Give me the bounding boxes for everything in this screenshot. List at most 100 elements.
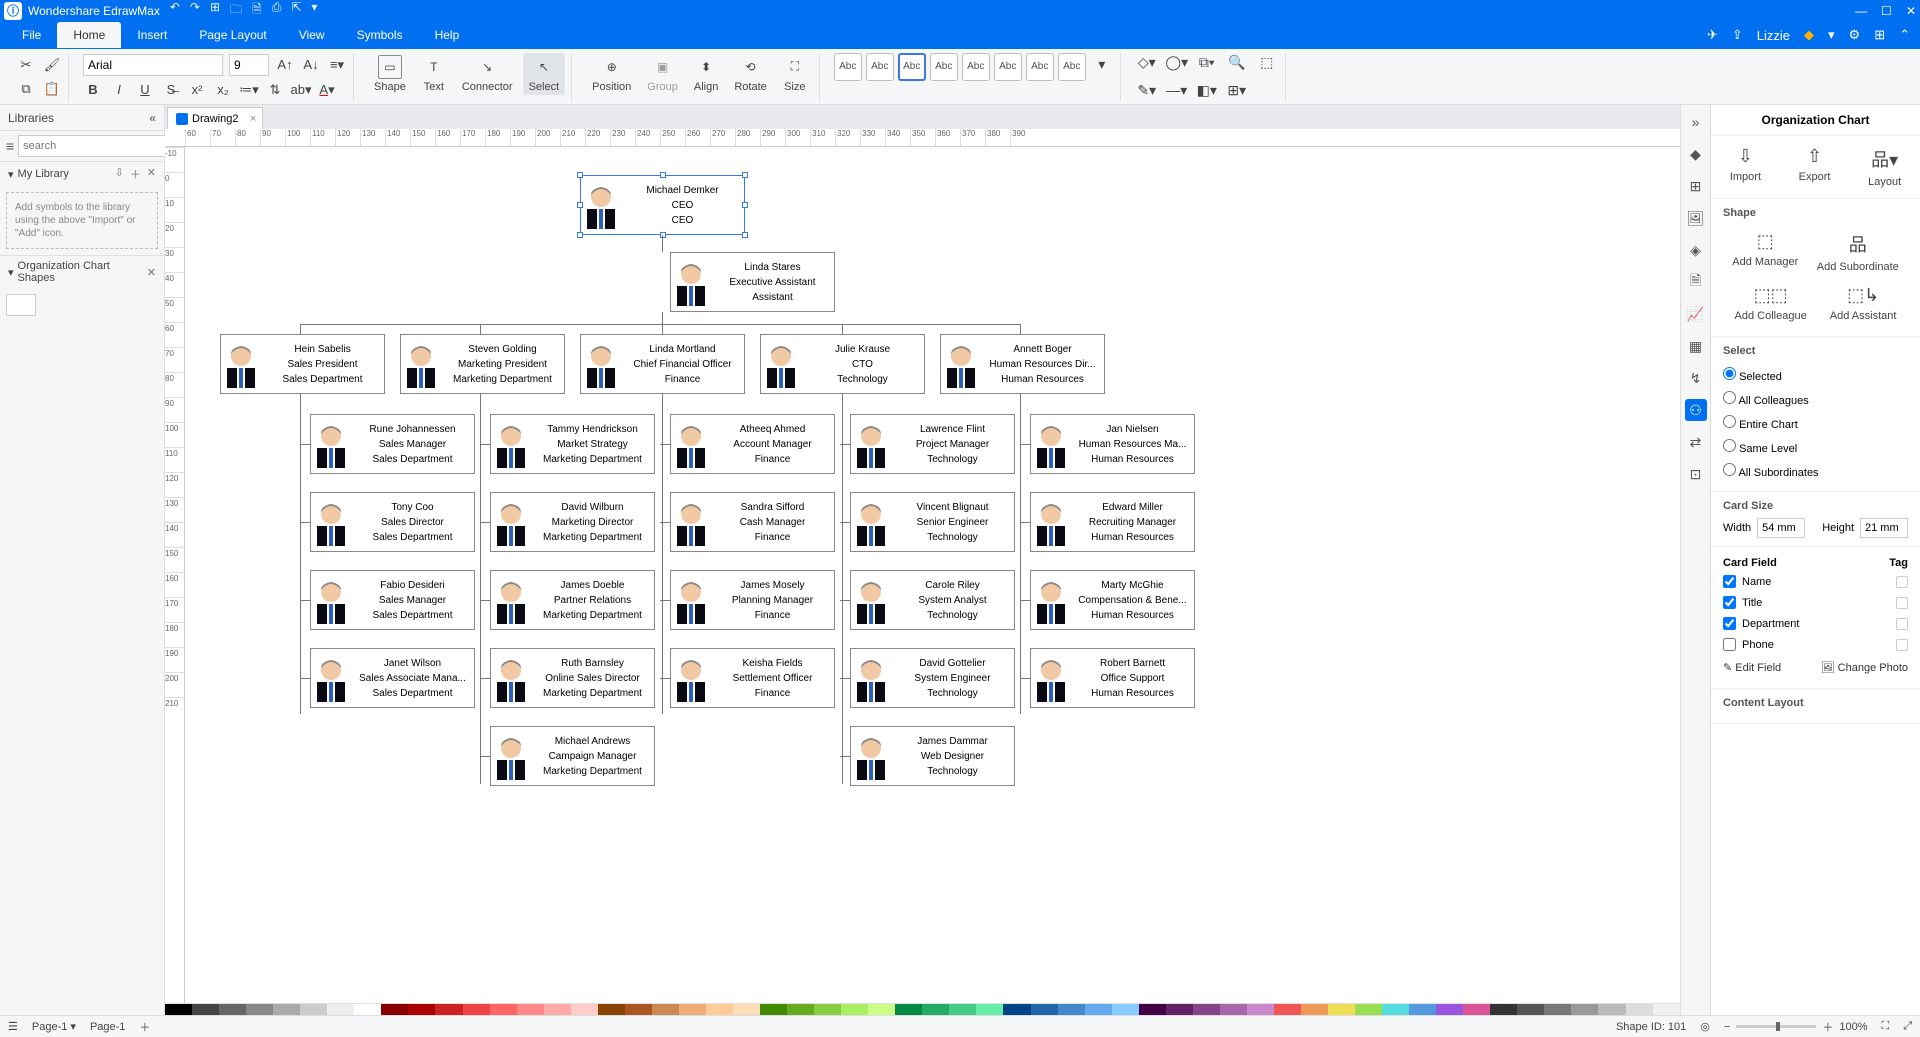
line-weight-icon[interactable]: ◧▾ bbox=[1195, 79, 1219, 103]
color-swatch[interactable] bbox=[1490, 1004, 1517, 1015]
org-node[interactable]: Lawrence FlintProject ManagerTechnology bbox=[850, 414, 1015, 474]
radio-all-colleagues[interactable]: All Colleagues bbox=[1723, 387, 1908, 411]
card-width-input[interactable] bbox=[1757, 518, 1805, 538]
color-swatch[interactable] bbox=[814, 1004, 841, 1015]
color-swatch[interactable] bbox=[1626, 1004, 1653, 1015]
underline-icon[interactable]: U bbox=[135, 80, 155, 100]
line-color-icon[interactable]: ✎▾ bbox=[1135, 79, 1159, 103]
org-node[interactable]: Edward MillerRecruiting ManagerHuman Res… bbox=[1030, 492, 1195, 552]
menu-file[interactable]: File bbox=[6, 22, 57, 48]
field-dept-check[interactable]: Department bbox=[1723, 613, 1908, 634]
gantt-panel-icon[interactable]: ⇄ bbox=[1685, 431, 1707, 453]
gift-icon[interactable]: ⚙ bbox=[1849, 27, 1861, 43]
menu-home[interactable]: Home bbox=[57, 22, 121, 48]
send-icon[interactable]: ✈ bbox=[1707, 27, 1718, 43]
color-swatch[interactable] bbox=[1653, 1004, 1680, 1015]
org-panel-icon[interactable]: ⚇ bbox=[1685, 399, 1707, 421]
org-node[interactable]: Keisha FieldsSettlement OfficerFinance bbox=[670, 648, 835, 708]
color-swatch[interactable] bbox=[976, 1004, 1003, 1015]
color-swatch[interactable] bbox=[841, 1004, 868, 1015]
connector-tool[interactable]: ↘Connector bbox=[456, 53, 519, 95]
layers-icon[interactable]: ⊞▾ bbox=[1225, 79, 1249, 103]
edit-field-link[interactable]: ✎ Edit Field bbox=[1723, 661, 1781, 674]
save-icon[interactable]: 🗎 bbox=[252, 0, 262, 21]
color-swatch[interactable] bbox=[1166, 1004, 1193, 1015]
fullscreen-icon[interactable]: ⤢ bbox=[1903, 1020, 1912, 1033]
document-tab[interactable]: Drawing2 × bbox=[167, 107, 263, 129]
shapes-panel-icon[interactable]: ⊞ bbox=[1685, 175, 1707, 197]
color-swatch[interactable] bbox=[1517, 1004, 1544, 1015]
text-tool[interactable]: TText bbox=[416, 53, 452, 95]
theme-style-7[interactable]: Abc bbox=[1026, 53, 1054, 81]
radio-selected[interactable]: Selected bbox=[1723, 363, 1908, 387]
theme-style-6[interactable]: Abc bbox=[994, 53, 1022, 81]
new-icon[interactable]: ⊞ bbox=[210, 0, 220, 21]
org-node[interactable]: James DammarWeb DesignerTechnology bbox=[850, 726, 1015, 786]
org-node[interactable]: Rune JohannessenSales ManagerSales Depar… bbox=[310, 414, 475, 474]
align-text-icon[interactable]: ≡▾ bbox=[327, 55, 347, 75]
theme-more-icon[interactable]: ▾ bbox=[1090, 53, 1114, 77]
org-node[interactable]: David GottelierSystem EngineerTechnology bbox=[850, 648, 1015, 708]
italic-icon[interactable]: I bbox=[109, 80, 129, 100]
zoom-slider[interactable] bbox=[1736, 1025, 1816, 1028]
collapse-libraries-icon[interactable]: « bbox=[149, 111, 156, 125]
card-height-input[interactable] bbox=[1860, 518, 1908, 538]
radio-all-subordinates[interactable]: All Subordinates bbox=[1723, 459, 1908, 483]
library-menu-icon[interactable]: ≡ bbox=[6, 138, 14, 154]
chart-panel-icon[interactable]: 📈 bbox=[1685, 303, 1707, 325]
field-title-check[interactable]: Title bbox=[1723, 592, 1908, 613]
org-node[interactable]: Tammy HendricksonMarket StrategyMarketin… bbox=[490, 414, 655, 474]
color-swatch[interactable] bbox=[544, 1004, 571, 1015]
org-chart-shapes-section[interactable]: ▾ Organization Chart Shapes ✕ bbox=[0, 255, 164, 288]
color-swatch[interactable] bbox=[949, 1004, 976, 1015]
format-painter-icon[interactable]: 🖌 bbox=[42, 55, 62, 75]
layout-button[interactable]: 品▾Layout bbox=[1868, 146, 1901, 188]
org-node[interactable]: Robert BarnettOffice SupportHuman Resour… bbox=[1030, 648, 1195, 708]
org-node[interactable]: Sandra SiffordCash ManagerFinance bbox=[670, 492, 835, 552]
color-swatch[interactable] bbox=[381, 1004, 408, 1015]
org-node[interactable]: Julie KrauseCTOTechnology bbox=[760, 334, 925, 394]
collapse-ribbon-icon[interactable]: ⌃ bbox=[1899, 27, 1910, 43]
color-swatch[interactable] bbox=[463, 1004, 490, 1015]
maximize-icon[interactable]: ☐ bbox=[1881, 4, 1892, 18]
fill-panel-icon[interactable]: ◆ bbox=[1685, 143, 1707, 165]
fit-page-icon[interactable]: ⛶ bbox=[1881, 1020, 1889, 1033]
theme-style-8[interactable]: Abc bbox=[1058, 53, 1086, 81]
theme-style-1[interactable]: Abc bbox=[834, 53, 862, 81]
color-swatch[interactable] bbox=[192, 1004, 219, 1015]
add-colleague-button[interactable]: ⬚⬚Add Colleague bbox=[1735, 285, 1807, 322]
color-swatch[interactable] bbox=[354, 1004, 381, 1015]
color-swatch[interactable] bbox=[1247, 1004, 1274, 1015]
add-assistant-button[interactable]: ⬚↳Add Assistant bbox=[1830, 285, 1897, 322]
org-node[interactable]: Linda MortlandChief Financial OfficerFin… bbox=[580, 334, 745, 394]
org-node[interactable]: Jan NielsenHuman Resources Ma...Human Re… bbox=[1030, 414, 1195, 474]
tag-toggle[interactable] bbox=[1896, 639, 1908, 651]
radio-same-level[interactable]: Same Level bbox=[1723, 435, 1908, 459]
shadow-icon[interactable]: ◯▾ bbox=[1165, 51, 1189, 75]
org-node[interactable]: Tony CooSales DirectorSales Department bbox=[310, 492, 475, 552]
add-manager-button[interactable]: ⬚Add Manager bbox=[1732, 231, 1798, 273]
color-swatch[interactable] bbox=[652, 1004, 679, 1015]
find-icon[interactable]: 🔍 bbox=[1225, 51, 1249, 75]
subscript-icon[interactable]: x₂ bbox=[213, 80, 233, 100]
color-swatch[interactable] bbox=[1328, 1004, 1355, 1015]
connector-panel-icon[interactable]: ↯ bbox=[1685, 367, 1707, 389]
target-icon[interactable]: ◎ bbox=[1700, 1020, 1710, 1033]
theme-style-2[interactable]: Abc bbox=[866, 53, 894, 81]
export-icon[interactable]: ⇱ bbox=[291, 0, 301, 21]
resize-handle[interactable] bbox=[742, 202, 748, 208]
org-node[interactable]: Linda StaresExecutive AssistantAssistant bbox=[670, 252, 835, 312]
shape-thumbnail[interactable] bbox=[6, 294, 36, 316]
font-size-select[interactable] bbox=[229, 54, 269, 76]
font-family-select[interactable] bbox=[83, 54, 223, 76]
color-swatch[interactable] bbox=[219, 1004, 246, 1015]
org-node[interactable]: Janet WilsonSales Associate Mana...Sales… bbox=[310, 648, 475, 708]
color-swatch[interactable] bbox=[300, 1004, 327, 1015]
fill-color-icon[interactable]: ◇▾ bbox=[1135, 51, 1159, 75]
color-swatch[interactable] bbox=[787, 1004, 814, 1015]
color-swatch[interactable] bbox=[273, 1004, 300, 1015]
redo-icon[interactable]: ↷ bbox=[190, 0, 200, 21]
page-select[interactable]: Page-1 ▾ bbox=[32, 1020, 76, 1033]
field-phone-check[interactable]: Phone bbox=[1723, 634, 1908, 655]
line-spacing-icon[interactable]: ⇅ bbox=[265, 80, 285, 100]
